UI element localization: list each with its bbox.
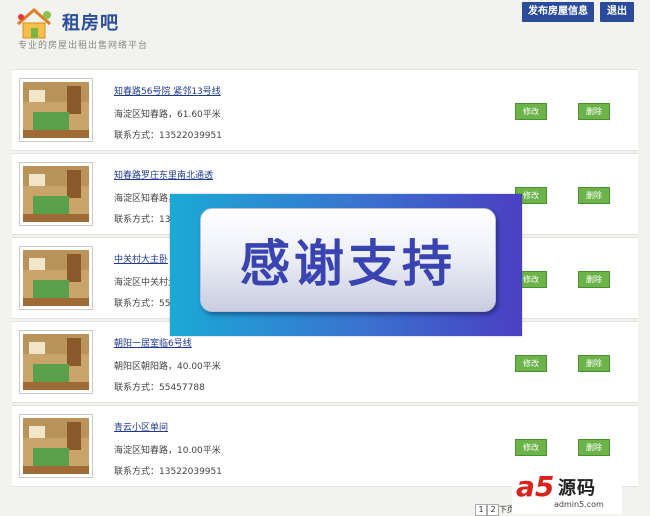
listing-title[interactable]: 知春路罗庄东里南北通透	[114, 168, 213, 181]
listing-thumbnail[interactable]	[19, 162, 93, 226]
delete-button[interactable]: 删除	[578, 355, 610, 372]
site-subtitle: 专业的房屋出租出售网络平台	[18, 41, 149, 51]
header: 租房吧 专业的房屋出租出售网络平台 发布房屋信息 退出	[0, 0, 650, 60]
watermark-url: admin5.com	[554, 500, 604, 509]
page-2-link[interactable]: 2	[487, 504, 499, 516]
listing-thumbnail[interactable]	[19, 78, 93, 142]
listing-title[interactable]: 知春路56号院 紧邻13号线	[114, 84, 221, 97]
edit-button[interactable]: 修改	[515, 439, 547, 456]
thanks-banner-panel: 感谢支持	[200, 208, 496, 312]
listing-title[interactable]: 朝阳一居室临6号线	[114, 336, 192, 349]
thanks-banner-text: 感谢支持	[240, 235, 456, 293]
edit-button[interactable]: 修改	[515, 355, 547, 372]
delete-button[interactable]: 删除	[578, 439, 610, 456]
delete-button[interactable]: 删除	[578, 103, 610, 120]
listing-phone: 联系方式：13522039951	[114, 131, 222, 141]
listing-location: 海淀区知春路，	[114, 194, 178, 204]
room-photo-icon	[23, 82, 89, 138]
listing-thumbnail[interactable]	[19, 330, 93, 394]
a5-logo-icon: a5	[516, 470, 555, 503]
listing-title[interactable]: 青云小区单间	[114, 420, 168, 433]
room-photo-icon	[23, 334, 89, 390]
watermark-logo: a5 源码 admin5.com	[512, 468, 622, 514]
listing-thumbnail[interactable]	[19, 414, 93, 478]
room-photo-icon	[23, 418, 89, 474]
edit-button[interactable]: 修改	[515, 103, 547, 120]
listing-phone: 联系方式：13	[114, 215, 171, 225]
publish-button[interactable]: 发布房屋信息	[522, 2, 594, 22]
page-1-link[interactable]: 1	[475, 504, 487, 516]
listing-phone: 联系方式：55457788	[114, 383, 205, 393]
room-photo-icon	[23, 166, 89, 222]
listing-thumbnail[interactable]	[19, 246, 93, 310]
logout-button[interactable]: 退出	[600, 2, 634, 22]
listing-location: 海淀区中关村大	[114, 278, 178, 288]
site-title: 租房吧	[62, 13, 119, 34]
room-photo-icon	[23, 250, 89, 306]
listing-phone: 联系方式：554	[114, 299, 177, 309]
thanks-banner: 感谢支持	[170, 194, 522, 336]
listing-card: 知春路56号院 紧邻13号线 海淀区知春路，61.60平米 联系方式：13522…	[12, 69, 638, 151]
house-icon	[17, 8, 51, 39]
listing-title[interactable]: 中关村大主卧	[114, 252, 168, 265]
listing-location: 朝阳区朝阳路，40.00平米	[114, 362, 221, 372]
delete-button[interactable]: 删除	[578, 187, 610, 204]
listing-phone: 联系方式：13522039951	[114, 467, 222, 477]
watermark-text: 源码	[558, 478, 596, 499]
delete-button[interactable]: 删除	[578, 271, 610, 288]
listing-location: 海淀区知春路，10.00平米	[114, 446, 221, 456]
listing-location: 海淀区知春路，61.60平米	[114, 110, 221, 120]
